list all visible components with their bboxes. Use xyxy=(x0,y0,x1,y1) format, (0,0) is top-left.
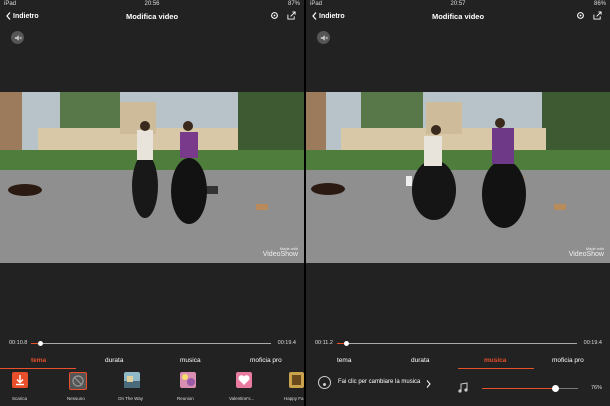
theme-label-on-the-way: On The Way xyxy=(118,396,144,401)
volume-value: 76% xyxy=(590,385,602,391)
share-icon[interactable] xyxy=(287,11,296,20)
watermark: Made with VideoShow xyxy=(262,247,298,259)
page-title: Modifica video xyxy=(431,12,485,21)
current-time: 00:11.2 xyxy=(315,340,333,346)
page-title: Modifica video xyxy=(125,12,179,21)
music-note-icon xyxy=(458,382,468,393)
change-music-label[interactable]: Fai clic per cambiare la musica xyxy=(338,379,420,385)
speaker-muted-icon xyxy=(14,34,22,41)
battery-level: 87% xyxy=(287,1,300,7)
right-screen: iPad 20:57 86% Indietro Modifica video M… xyxy=(306,0,610,406)
video-preview[interactable]: Made with VideoShow xyxy=(306,92,610,263)
tab-modifica-pro[interactable]: moficia pro xyxy=(552,357,584,364)
volume-fill xyxy=(482,388,555,389)
theme-thumb-icon xyxy=(182,374,195,386)
tab-musica[interactable]: musica xyxy=(484,357,506,364)
theme-thumb-icon xyxy=(124,376,140,388)
timeline-scrubber[interactable] xyxy=(37,341,43,346)
app-root: iPad 20:56 87% Indietro Modifica video M… xyxy=(0,0,610,406)
video-frame-image xyxy=(306,92,610,263)
tab-indicator xyxy=(0,368,76,369)
current-time: 00:10.8 xyxy=(9,340,28,346)
watermark-brand: VideoShow xyxy=(568,251,604,258)
none-icon xyxy=(72,375,84,387)
watermark: Made with VideoShow xyxy=(568,247,604,259)
download-icon xyxy=(16,375,24,386)
tab-durata[interactable]: durata xyxy=(411,357,429,364)
mute-button[interactable] xyxy=(317,31,330,44)
video-frame-image xyxy=(0,92,304,263)
timeline-track[interactable] xyxy=(31,341,271,346)
volume-knob[interactable] xyxy=(551,385,559,392)
left-screen: iPad 20:56 87% Indietro Modifica video M… xyxy=(0,0,304,406)
theme-on-the-way[interactable] xyxy=(124,372,140,388)
status-bar: iPad 20:57 86% xyxy=(306,0,610,9)
status-time: 20:56 xyxy=(144,1,160,7)
theme-none-button[interactable] xyxy=(69,372,87,390)
video-preview[interactable]: Made with VideoShow xyxy=(0,92,304,263)
tab-tema[interactable]: tema xyxy=(337,357,351,364)
tab-musica[interactable]: musica xyxy=(180,357,201,364)
theme-thumb-icon xyxy=(292,375,301,385)
share-icon[interactable] xyxy=(593,11,602,20)
timeline-track[interactable] xyxy=(337,341,577,346)
timeline: 00:11.2 00:19.4 xyxy=(306,338,610,350)
theme-label-valentines: Valentine's... xyxy=(229,396,255,401)
tab-modifica-pro[interactable]: moficia pro xyxy=(250,357,282,364)
nav-bar: Indietro Modifica video xyxy=(306,9,610,27)
theme-label-reunion: Reunion xyxy=(177,396,194,401)
theme-valentines[interactable] xyxy=(236,372,252,388)
music-disc-icon xyxy=(323,383,326,386)
watermark-brand: VideoShow xyxy=(262,251,298,258)
volume-slider[interactable] xyxy=(482,385,578,392)
status-time: 20:57 xyxy=(450,1,466,7)
timeline: 00:10.8 00:19.4 xyxy=(0,338,304,350)
music-panel: Fai clic per cambiare la musica 76% xyxy=(306,372,610,402)
mute-button[interactable] xyxy=(11,31,24,44)
timeline-scrubber[interactable] xyxy=(343,341,349,346)
nav-bar: Indietro Modifica video xyxy=(0,9,304,27)
status-bar: iPad 20:56 87% xyxy=(0,0,304,9)
change-music-button[interactable] xyxy=(318,376,331,389)
heart-icon xyxy=(238,375,250,385)
tab-durata[interactable]: durata xyxy=(105,357,123,364)
theme-label-happy: Happy Fa xyxy=(284,396,304,401)
theme-download-button[interactable] xyxy=(12,372,28,388)
theme-happy[interactable] xyxy=(289,372,304,388)
gear-icon[interactable] xyxy=(270,11,279,20)
total-time: 00:19.4 xyxy=(277,340,296,346)
theme-reunion[interactable] xyxy=(180,372,196,388)
theme-list: Scarica Nessuno On The Way Reunion Valen… xyxy=(0,370,304,406)
total-time: 00:19.4 xyxy=(583,340,602,346)
tab-tema[interactable]: tema xyxy=(31,357,46,364)
theme-label-none: Nessuno xyxy=(67,396,85,401)
tab-indicator xyxy=(458,368,534,369)
tab-bar: tema durata musica moficia pro xyxy=(0,355,304,369)
tab-bar: tema durata musica moficia pro xyxy=(306,355,610,369)
battery-level: 86% xyxy=(593,1,606,7)
speaker-muted-icon xyxy=(320,34,328,41)
gear-icon[interactable] xyxy=(576,11,585,20)
theme-label-download: Scarica xyxy=(12,396,28,401)
chevron-right-icon[interactable] xyxy=(426,380,431,388)
